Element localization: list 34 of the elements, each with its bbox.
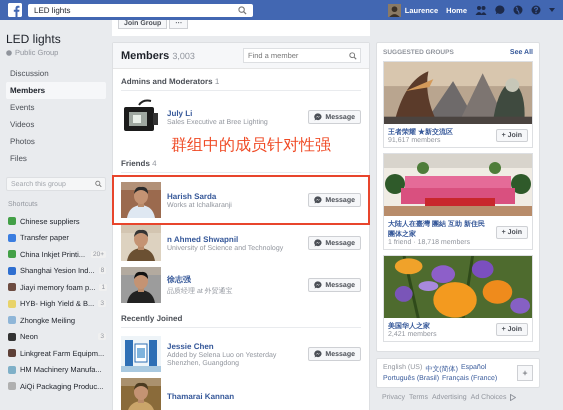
nav-item[interactable]: Videos [6, 116, 106, 133]
section-title: Recently Joined [121, 306, 361, 328]
avatar[interactable] [388, 4, 401, 16]
search-icon [238, 6, 247, 14]
member-name[interactable]: Jessie Chen [167, 342, 302, 350]
nav-item[interactable]: Members [6, 82, 106, 99]
member-name[interactable]: 徐志强 [167, 274, 302, 285]
message-icon [314, 281, 322, 289]
friends-icon[interactable] [475, 5, 487, 15]
member-name[interactable]: Thamarai Kannan [167, 392, 361, 400]
nav-item[interactable]: Photos [6, 133, 106, 150]
search-icon [95, 180, 102, 188]
ad-choices-icon [510, 394, 516, 401]
search-icon [349, 52, 357, 60]
add-language-button[interactable]: + [517, 365, 533, 381]
help-icon[interactable] [531, 5, 541, 15]
nav-item[interactable]: Events [6, 99, 106, 116]
section-title: Admins and Moderators 1 [121, 69, 361, 91]
message-icon [314, 239, 322, 247]
group-name: LED lights [6, 31, 62, 48]
nav-item[interactable]: Files [6, 150, 106, 167]
message-icon [314, 350, 322, 358]
search-field[interactable]: LED lights [28, 4, 253, 16]
section-title: Friends 4 [121, 151, 361, 173]
member-name[interactable]: July Li [167, 108, 302, 118]
message-icon [314, 113, 322, 121]
members-title: Members 3,003 [121, 50, 195, 62]
message-icon [314, 196, 322, 204]
facebook-logo[interactable] [8, 3, 22, 17]
caret-icon[interactable] [549, 8, 555, 12]
nav-item[interactable]: Discussion [6, 65, 106, 82]
member-name[interactable]: Harish Sarda [167, 192, 302, 200]
messenger-icon[interactable] [495, 5, 505, 15]
member-name[interactable]: n Ahmed Shwapnil [167, 234, 302, 244]
